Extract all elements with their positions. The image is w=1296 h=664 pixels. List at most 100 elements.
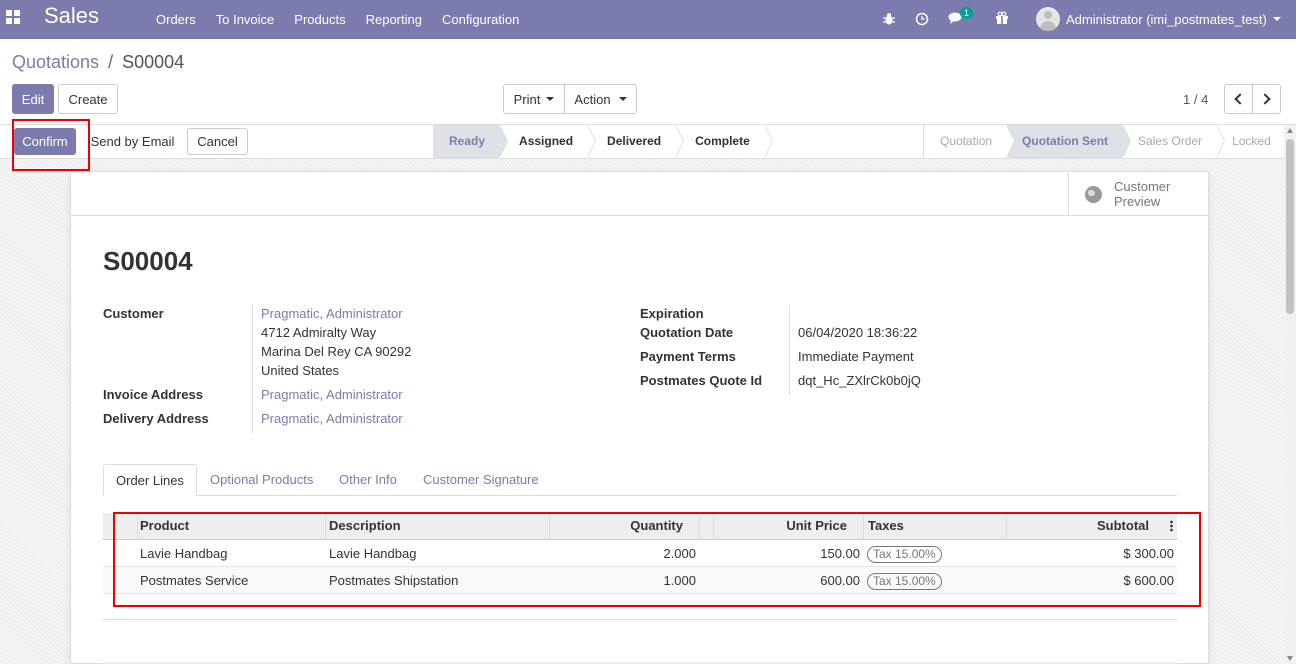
breadcrumb-quotations[interactable]: Quotations: [12, 52, 99, 72]
pager-next-button[interactable]: [1252, 84, 1281, 114]
state-quotation-sent: Quotation Sent: [1006, 125, 1132, 158]
print-dropdown[interactable]: Print: [503, 84, 565, 114]
gift-icon[interactable]: [995, 11, 1009, 25]
cell-quantity: 2.000: [663, 546, 696, 561]
scrollbar[interactable]: [1284, 125, 1296, 664]
message-count-badge: 1: [960, 7, 974, 19]
state-sales-order: Sales Order: [1122, 125, 1226, 158]
order-state-steps: Quotation Quotation Sent Sales Order Loc…: [923, 125, 1285, 158]
column-taxes[interactable]: Taxes: [864, 513, 1007, 540]
delivery-address-label: Delivery Address: [103, 411, 209, 426]
delivery-address-field[interactable]: Pragmatic, Administrator: [261, 411, 403, 426]
tax-badge: Tax 15.00%: [867, 546, 942, 563]
bug-icon[interactable]: [882, 12, 896, 26]
print-label: Print: [513, 91, 541, 107]
chevron-down-icon: [546, 97, 555, 101]
scroll-down-icon[interactable]: [1287, 656, 1293, 661]
column-subtotal[interactable]: Subtotal: [1007, 513, 1177, 540]
customer-field[interactable]: Pragmatic, Administrator: [261, 306, 403, 321]
cancel-button[interactable]: Cancel: [187, 128, 248, 155]
tab-order-lines[interactable]: Order Lines: [103, 464, 197, 496]
payment-terms-field[interactable]: Immediate Payment: [798, 349, 914, 364]
picking-step-complete[interactable]: Complete: [675, 125, 773, 158]
form-view: Customer Preview S00004 Customer Pragmat…: [0, 159, 1284, 664]
table-row[interactable]: Lavie Handbag Lavie Handbag 2.000 150.00…: [103, 540, 1177, 567]
chevron-down-icon: [1272, 17, 1281, 21]
cell-taxes: Tax 15.00%: [867, 567, 942, 594]
menu-orders[interactable]: Orders: [156, 12, 196, 27]
column-description[interactable]: Description: [326, 513, 550, 540]
pager-value[interactable]: 1 / 4: [1183, 92, 1208, 107]
control-panel: Quotations / S00004 Edit Create Print Ac…: [0, 39, 1296, 125]
tab-optional-products[interactable]: Optional Products: [210, 464, 313, 496]
create-button[interactable]: Create: [58, 84, 118, 114]
main-menu: Orders To Invoice Products Reporting Con…: [156, 0, 539, 39]
action-dropdown[interactable]: Action: [564, 84, 637, 114]
user-menu[interactable]: Administrator (imi_postmates_test): [1036, 7, 1286, 31]
column-product[interactable]: Product: [138, 513, 326, 540]
column-quantity[interactable]: Quantity: [550, 513, 700, 540]
picking-step-ready[interactable]: Ready: [433, 125, 509, 158]
customer-preview-line1: Customer: [1114, 179, 1171, 194]
customer-address-line3: United States: [261, 363, 340, 378]
column-unit-price[interactable]: Unit Price: [714, 513, 864, 540]
state-quotation: Quotation: [924, 125, 1016, 158]
cell-subtotal: $ 600.00: [1123, 573, 1174, 588]
edit-button[interactable]: Edit: [12, 84, 54, 114]
state-locked: Locked: [1232, 134, 1271, 148]
order-lines-table: Product Description Quantity Unit Price …: [103, 513, 1177, 620]
cell-unit-price: 600.00: [820, 573, 860, 588]
menu-to-invoice[interactable]: To Invoice: [216, 12, 275, 27]
postmates-quote-id-field[interactable]: dqt_Hc_ZXlrCk0b0jQ: [798, 373, 921, 388]
form-sheet: Customer Preview S00004 Customer Pragmat…: [70, 171, 1210, 664]
customer-preview-line2: Preview: [1114, 194, 1161, 209]
avatar: [1036, 7, 1060, 31]
cell-product: Lavie Handbag: [140, 546, 228, 561]
apps-menu-icon[interactable]: [6, 10, 20, 24]
breadcrumb-separator: /: [108, 52, 114, 72]
record-title: S00004: [103, 246, 193, 276]
picking-step-assigned[interactable]: Assigned: [499, 125, 597, 158]
picking-status-steps: Ready Assigned Delivered Complete: [433, 125, 773, 158]
cell-unit-price: 150.00: [820, 546, 860, 561]
customer-address-line2: Marina Del Rey CA 90292: [261, 344, 412, 359]
confirm-button[interactable]: Confirm: [14, 128, 76, 155]
cell-subtotal: $ 300.00: [1123, 546, 1174, 561]
picking-step-delivered[interactable]: Delivered: [587, 125, 685, 158]
app-name[interactable]: Sales: [44, 3, 99, 29]
scroll-up-icon[interactable]: [1287, 128, 1293, 133]
tax-badge: Tax 15.00%: [867, 573, 942, 590]
field-divider: [252, 305, 253, 433]
table-row[interactable]: Postmates Service Postmates Shipstation …: [103, 567, 1177, 594]
top-navbar: Sales Orders To Invoice Products Reporti…: [0, 0, 1296, 39]
pager-previous-button[interactable]: [1224, 84, 1253, 114]
messages-icon[interactable]: 1: [948, 7, 974, 28]
cell-description: Lavie Handbag: [329, 546, 417, 561]
menu-configuration[interactable]: Configuration: [442, 12, 519, 27]
button-box: Customer Preview: [71, 172, 1210, 216]
invoice-address-field[interactable]: Pragmatic, Administrator: [261, 387, 403, 402]
menu-reporting[interactable]: Reporting: [366, 12, 422, 27]
action-label: Action: [574, 91, 611, 107]
send-by-email-button[interactable]: Send by Email: [82, 128, 183, 155]
cell-product: Postmates Service: [140, 573, 249, 588]
tab-customer-signature[interactable]: Customer Signature: [423, 464, 539, 496]
cell-quantity: 1.000: [663, 573, 696, 588]
chevron-right-icon: [1259, 93, 1271, 105]
chevron-left-icon: [1234, 93, 1246, 105]
cell-taxes: Tax 15.00%: [867, 540, 942, 567]
optional-columns-icon[interactable]: [1170, 520, 1173, 532]
cell-description: Postmates Shipstation: [329, 573, 459, 588]
clock-icon[interactable]: [915, 12, 929, 26]
table-header: Product Description Quantity Unit Price …: [103, 513, 1177, 540]
scrollbar-thumb[interactable]: [1286, 139, 1294, 314]
postmates-quote-id-label: Postmates Quote Id: [640, 373, 763, 388]
quotation-date-field[interactable]: 06/04/2020 18:36:22: [798, 325, 917, 340]
customer-address-line1: 4712 Admiralty Way: [261, 325, 377, 340]
table-footer: [103, 594, 1177, 620]
menu-products[interactable]: Products: [294, 12, 345, 27]
breadcrumb-current: S00004: [122, 52, 185, 72]
customer-preview-button[interactable]: Customer Preview: [1068, 172, 1210, 216]
tab-other-info[interactable]: Other Info: [339, 464, 397, 496]
customer-label: Customer: [103, 306, 164, 321]
